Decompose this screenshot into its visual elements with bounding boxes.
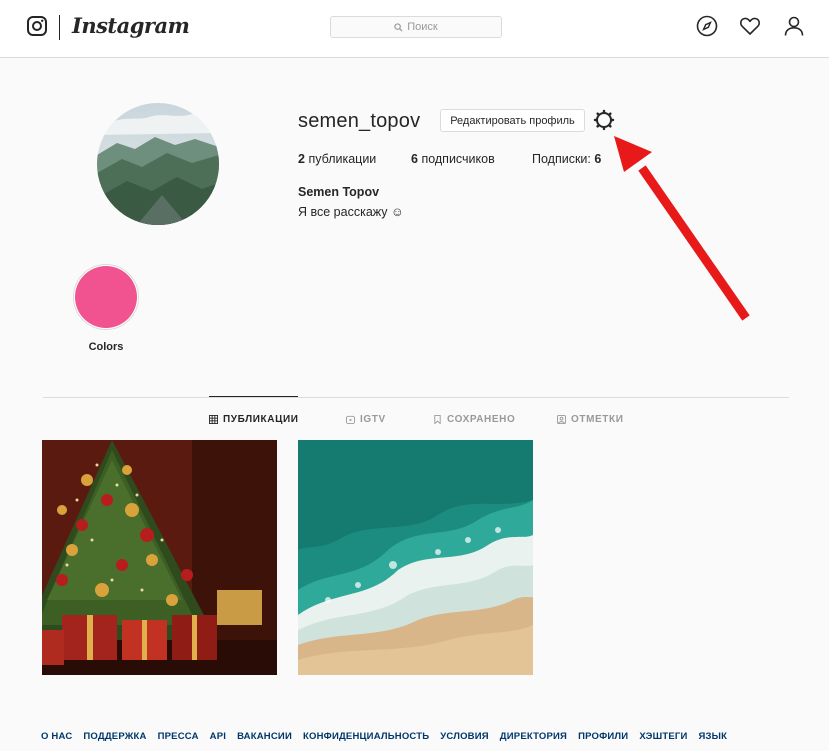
post-ocean-waves[interactable] — [298, 440, 533, 675]
tab-igtv[interactable]: IGTV — [346, 414, 386, 425]
grid-icon — [209, 415, 218, 424]
footer-link-jobs[interactable]: ВАКАНСИИ — [237, 731, 292, 742]
posts-count-stat: 2 публикации — [298, 152, 376, 166]
top-navigation-bar: Instagram Поиск — [0, 0, 829, 58]
profile-bio: Я все расскажу ☺ — [298, 205, 404, 219]
footer-link-profiles[interactable]: ПРОФИЛИ — [578, 731, 628, 742]
following-count: 6 — [594, 152, 602, 166]
footer-link-directory[interactable]: ДИРЕКТОРИЯ — [500, 731, 567, 742]
footer-links: О НАС ПОДДЕРЖКА ПРЕССА API ВАКАНСИИ КОНФ… — [41, 731, 727, 742]
settings-gear-icon[interactable] — [593, 109, 615, 131]
footer-link-privacy[interactable]: КОНФИДЕНЦИАЛЬНОСТЬ — [303, 731, 429, 742]
heart-icon[interactable] — [739, 15, 761, 37]
followers-label: подписчиков — [421, 152, 495, 166]
profile-full-name: Semen Topov — [298, 185, 380, 199]
tab-tagged[interactable]: ОТМЕТКИ — [557, 414, 624, 425]
ocean-waves-photo — [298, 440, 533, 675]
tab-tagged-label: ОТМЕТКИ — [571, 414, 624, 425]
highlight-cover — [75, 266, 137, 328]
instagram-wordmark[interactable]: Instagram — [72, 13, 190, 38]
footer-link-hashtags[interactable]: ХЭШТЕГИ — [639, 731, 687, 742]
highlight-label: Colors — [88, 341, 124, 353]
followers-count-stat[interactable]: 6 подписчиков — [411, 152, 495, 166]
tab-posts[interactable]: ПУБЛИКАЦИИ — [209, 414, 299, 425]
profile-avatar[interactable] — [97, 103, 219, 225]
compass-icon[interactable] — [696, 15, 718, 37]
igtv-icon — [346, 415, 355, 424]
following-label: Подписки: — [532, 152, 591, 166]
tabs-divider — [43, 397, 789, 398]
footer-link-support[interactable]: ПОДДЕРЖКА — [83, 731, 146, 742]
user-icon[interactable] — [783, 15, 805, 37]
mountain-landscape-photo — [97, 103, 219, 225]
footer-link-about[interactable]: О НАС — [41, 731, 72, 742]
footer-link-terms[interactable]: УСЛОВИЯ — [440, 731, 489, 742]
logo-separator — [59, 15, 60, 40]
search-icon — [394, 22, 403, 32]
instagram-glyph-icon[interactable] — [27, 16, 47, 36]
post-christmas-tree[interactable] — [42, 440, 277, 675]
posts-label: публикации — [308, 152, 377, 166]
followers-count: 6 — [411, 152, 418, 166]
following-count-stat[interactable]: Подписки: 6 — [532, 152, 601, 166]
story-highlight-colors[interactable] — [73, 264, 139, 330]
christmas-tree-photo — [42, 440, 277, 675]
active-tab-indicator — [209, 396, 298, 397]
footer-link-press[interactable]: ПРЕССА — [158, 731, 199, 742]
footer-link-api[interactable]: API — [210, 731, 226, 742]
profile-username: semen_topov — [298, 110, 421, 132]
tab-saved-label: СОХРАНЕНО — [447, 414, 516, 425]
tab-posts-label: ПУБЛИКАЦИИ — [223, 414, 299, 425]
search-placeholder: Поиск — [407, 21, 438, 33]
tab-igtv-label: IGTV — [360, 414, 386, 425]
tag-icon — [557, 415, 566, 424]
edit-profile-button[interactable]: Редактировать профиль — [440, 109, 585, 132]
posts-count: 2 — [298, 152, 305, 166]
footer-link-language[interactable]: ЯЗЫК — [699, 731, 728, 742]
annotation-arrow-icon — [614, 136, 750, 321]
bookmark-icon — [434, 415, 441, 424]
search-input[interactable]: Поиск — [330, 16, 502, 38]
tab-saved[interactable]: СОХРАНЕНО — [433, 414, 515, 425]
